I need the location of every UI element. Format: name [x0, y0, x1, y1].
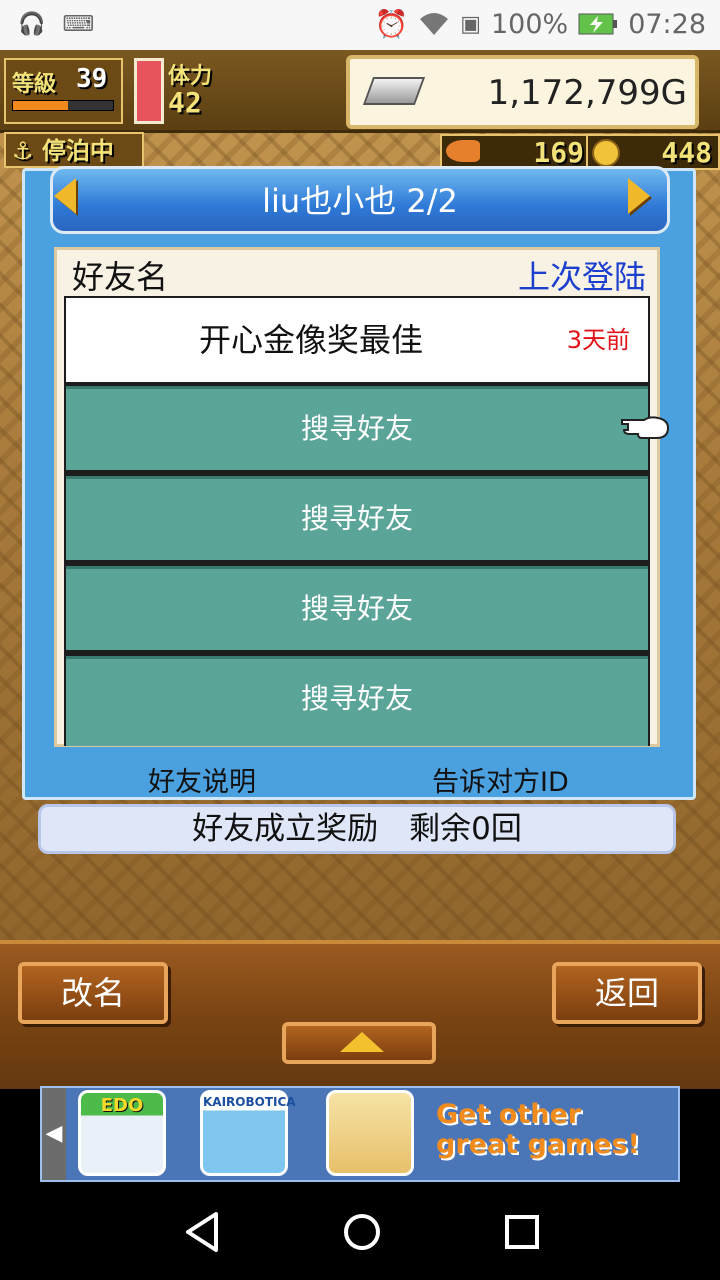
level-value: 39 — [76, 64, 108, 94]
back-button[interactable]: 返回 — [552, 962, 702, 1024]
friend-name: 开心金像奖最佳 — [198, 321, 423, 359]
money-value: 1,172,799G — [487, 73, 687, 113]
level-label: 等級 — [12, 72, 57, 97]
column-header-last-login: 上次登陆 — [517, 258, 646, 296]
friend-help-link[interactable]: 好友说明 — [148, 760, 256, 799]
status-bar: 🎧 ⌨ ⏰ ▣ 100% 07:28 — [0, 0, 720, 50]
next-page-button[interactable] — [622, 172, 658, 220]
tell-id-link[interactable]: 告诉对方ID — [432, 760, 569, 799]
more-games-line1: Get other — [436, 1099, 582, 1130]
ad-prev-button[interactable]: ◀ — [42, 1088, 66, 1180]
back-nav-icon[interactable] — [182, 1210, 222, 1254]
fish-count: 169 — [533, 136, 584, 169]
recents-nav-icon[interactable] — [502, 1210, 542, 1254]
headset-icon: 🎧 — [18, 12, 46, 37]
alarm-icon: ⏰ — [374, 9, 409, 40]
level-progress-bar — [12, 100, 114, 111]
chevron-right-icon — [628, 178, 650, 214]
money-panel: 1,172,799G — [346, 55, 699, 129]
search-friend-slot[interactable]: 搜寻好友 — [66, 476, 648, 560]
rename-button[interactable]: 改名 — [18, 962, 168, 1024]
status-label: 停泊中 — [41, 137, 114, 165]
search-friend-label: 搜寻好友 — [300, 412, 413, 445]
anchor-status: ⚓ 停泊中 — [4, 132, 144, 168]
coin-counter: 448 — [586, 134, 720, 170]
search-friend-slot[interactable]: 搜寻好友 — [66, 656, 648, 746]
wifi-icon — [420, 13, 449, 35]
kairobotica-label: KAIROBOTICA — [203, 1095, 296, 1109]
search-friend-label: 搜寻好友 — [300, 682, 413, 715]
dialog-title-bar: liu也小也 2/2 — [50, 166, 670, 234]
more-games-link[interactable]: Get other great games! — [436, 1100, 676, 1170]
expand-menu-button[interactable] — [282, 1022, 436, 1064]
chevron-left-icon — [54, 178, 76, 214]
fish-counter: 169 — [440, 134, 594, 170]
edo-label: EDO — [100, 1095, 144, 1116]
friend-reward-banner: 好友成立奖励 剩余0回 — [38, 804, 676, 854]
pointing-hand-icon — [621, 416, 670, 439]
level-progress-fill — [13, 101, 68, 110]
silver-ingot-icon — [362, 77, 426, 105]
chevron-up-icon — [340, 1032, 384, 1052]
cafe-game-icon[interactable] — [326, 1090, 414, 1176]
friend-last-login: 3天前 — [566, 326, 630, 354]
column-header-name: 好友名 — [72, 258, 169, 296]
stamina-gauge — [134, 58, 164, 124]
search-friend-slot[interactable]: 搜寻好友 — [66, 566, 648, 650]
search-friend-label: 搜寻好友 — [300, 592, 413, 625]
battery-percent: 100% — [490, 8, 569, 40]
search-friend-slot[interactable]: 搜寻好友 — [66, 386, 648, 470]
kairobotica-game-icon[interactable]: KAIROBOTICA — [200, 1090, 296, 1176]
search-friend-label: 搜寻好友 — [300, 502, 413, 535]
fish-icon — [446, 140, 480, 162]
level-panel: 等級 39 — [4, 58, 123, 124]
coin-count: 448 — [661, 136, 712, 169]
clock: 07:28 — [628, 8, 706, 40]
stamina-value: 42 — [168, 86, 202, 119]
friend-row[interactable]: 开心金像奖最佳 3天前 — [66, 298, 648, 382]
battery-icon — [578, 13, 618, 35]
coin-icon — [592, 139, 620, 167]
edo-game-icon[interactable]: EDO — [78, 1090, 166, 1176]
sim-icon: ▣ — [460, 11, 481, 37]
more-games-line2: great games! — [436, 1129, 640, 1160]
dialog-title: liu也小也 2/2 — [262, 182, 458, 220]
stamina-panel: 体力 42 — [168, 58, 338, 120]
prev-page-button[interactable] — [48, 172, 84, 220]
keyboard-icon: ⌨ — [62, 12, 95, 37]
home-nav-icon[interactable] — [340, 1210, 384, 1254]
